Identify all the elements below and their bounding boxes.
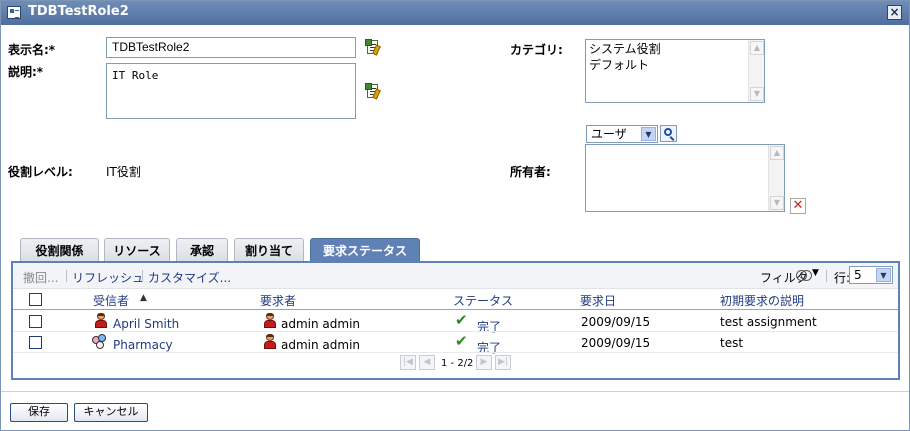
description-cell: test assignment (720, 315, 817, 329)
pager-range: 1 - 2/2 (441, 358, 474, 369)
description-label: 説明:* (8, 65, 44, 79)
column-header-request-date[interactable]: 要求日 (580, 292, 616, 309)
chevron-down-icon[interactable]: ▼ (641, 127, 656, 141)
row-divider (13, 352, 898, 353)
scroll-down-icon[interactable]: ▼ (770, 196, 784, 210)
window-title: TDBTestRole2 (28, 4, 129, 19)
next-page-icon[interactable]: ▶ (476, 355, 492, 370)
user-icon (263, 313, 277, 329)
vertical-scrollbar[interactable]: ▲ ▼ (748, 40, 764, 102)
title-bar: TDBTestRole2 × (1, 1, 909, 25)
scroll-down-icon[interactable]: ▼ (750, 87, 764, 101)
status-link[interactable]: 完了 (477, 318, 501, 335)
customize-link[interactable]: カスタマイズ... (148, 269, 231, 286)
user-icon (263, 334, 277, 350)
chevron-down-icon[interactable]: ▼ (876, 268, 891, 282)
recipient-link[interactable]: April Smith (113, 317, 179, 331)
request-date-cell: 2009/09/15 (581, 336, 651, 350)
role-icon (7, 6, 21, 19)
retract-link[interactable]: 撤回... (23, 269, 58, 286)
group-icon (92, 334, 110, 350)
toolbar-divider (142, 270, 143, 282)
column-header-status[interactable]: ステータス (453, 292, 513, 309)
rows-label: 行: (834, 271, 851, 285)
toolbar-divider (826, 270, 827, 282)
first-page-icon[interactable]: |◀ (400, 355, 416, 370)
display-name-label: 表示名:* (8, 43, 56, 57)
rows-per-page-value: 5 (854, 268, 862, 282)
category-option[interactable]: デフォルト (589, 57, 761, 73)
last-page-icon[interactable]: ▶| (495, 355, 511, 370)
filter-dropdown-icon[interactable]: ▼ (812, 268, 819, 278)
vertical-scrollbar[interactable]: ▲ ▼ (768, 145, 784, 211)
owner-listbox[interactable]: ▲ ▼ (585, 144, 785, 212)
category-label: カテゴリ: (510, 43, 563, 57)
tab-resources[interactable]: リソース (104, 238, 170, 263)
scroll-up-icon[interactable]: ▲ (750, 41, 764, 55)
tab-approval[interactable]: 承認 (176, 238, 228, 263)
tab-role-relationships[interactable]: 役割関係 (20, 238, 99, 263)
checkmark-icon: ✔ (455, 332, 468, 350)
select-all-checkbox[interactable] (29, 293, 42, 306)
owner-type-select[interactable]: ユーザ ▼ (586, 125, 658, 143)
remove-owner-icon[interactable]: ✕ (790, 198, 806, 214)
table-toolbar: 撤回... リフレッシュ カスタマイズ... フィルタ ▼ 行: 5 ▼ (13, 263, 898, 289)
display-name-input[interactable]: TDBTestRole2 (106, 37, 356, 58)
sort-ascending-icon[interactable]: ▲ (140, 293, 147, 303)
owner-type-value: ユーザ (591, 127, 627, 141)
request-date-cell: 2009/09/15 (581, 315, 651, 329)
requester-cell: admin admin (281, 338, 361, 352)
column-header-description[interactable]: 初期要求の説明 (720, 292, 804, 309)
description-cell: test (720, 336, 744, 350)
tab-request-status[interactable]: 要求ステータス (310, 238, 420, 263)
toolbar-divider (66, 270, 67, 282)
user-icon (94, 313, 108, 329)
filter-icon[interactable] (796, 269, 812, 283)
role-level-label: 役割レベル: (8, 165, 73, 179)
requester-cell: admin admin (281, 317, 361, 331)
status-link[interactable]: 完了 (477, 339, 501, 356)
localize-edit-icon[interactable] (365, 83, 381, 100)
footer-divider (1, 391, 909, 392)
role-dialog: TDBTestRole2 × 表示名:* TDBTestRole2 説明:* I… (0, 0, 910, 431)
owner-label: 所有者: (510, 165, 551, 179)
save-button[interactable]: 保存 (10, 403, 68, 422)
close-icon[interactable]: × (887, 5, 902, 20)
description-textarea[interactable]: IT Role (106, 63, 356, 119)
column-header-recipient[interactable]: 受信者 (93, 292, 129, 309)
category-listbox[interactable]: システム役割 デフォルト ▲ ▼ (585, 39, 765, 103)
category-option[interactable]: システム役割 (589, 41, 761, 57)
row-checkbox[interactable] (29, 315, 42, 328)
cancel-button[interactable]: キャンセル (74, 403, 148, 422)
column-header-requester[interactable]: 要求者 (260, 292, 296, 309)
row-checkbox[interactable] (29, 336, 42, 349)
recipient-link[interactable]: Pharmacy (113, 338, 173, 352)
search-icon[interactable] (660, 125, 677, 142)
rows-per-page-select[interactable]: 5 ▼ (849, 266, 893, 284)
scroll-up-icon[interactable]: ▲ (770, 146, 784, 160)
role-level-value: IT役割 (106, 165, 141, 179)
previous-page-icon[interactable]: ◀ (419, 355, 435, 370)
refresh-link[interactable]: リフレッシュ (72, 269, 144, 286)
tab-assignments[interactable]: 割り当て (234, 238, 304, 263)
header-divider (13, 309, 898, 310)
localize-edit-icon[interactable] (365, 39, 381, 56)
checkmark-icon: ✔ (455, 311, 468, 329)
